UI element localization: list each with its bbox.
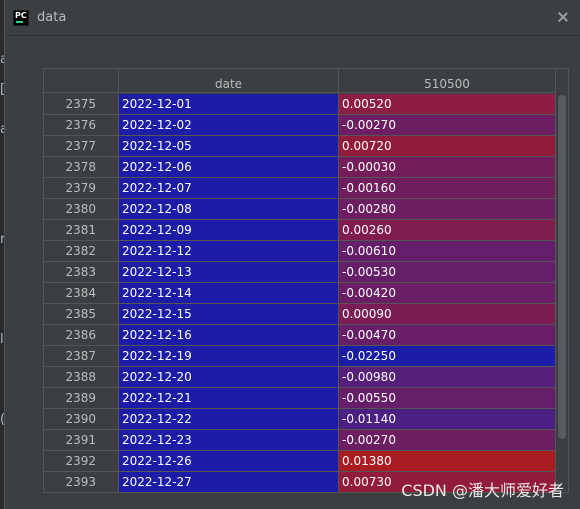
row-index-cell: 2383 xyxy=(44,262,119,283)
date-cell[interactable]: 2022-12-05 xyxy=(119,136,339,157)
table-row[interactable]: 2381 2022-12-09 0.00260 xyxy=(44,220,556,241)
row-index-cell: 2386 xyxy=(44,325,119,346)
date-cell[interactable]: 2022-12-02 xyxy=(119,115,339,136)
value-cell[interactable]: -0.00270 xyxy=(339,115,556,136)
table-row[interactable]: 2385 2022-12-15 0.00090 xyxy=(44,304,556,325)
data-viewer-window: PC data date 510500 2375 2022-12-01 0.0052… xyxy=(4,0,580,509)
table-row[interactable]: 2376 2022-12-02 -0.00270 xyxy=(44,115,556,136)
date-column-header[interactable]: date xyxy=(119,69,339,93)
value-cell[interactable]: -0.00280 xyxy=(339,199,556,220)
row-index-cell: 2392 xyxy=(44,451,119,472)
date-cell[interactable]: 2022-12-06 xyxy=(119,157,339,178)
value-column-header[interactable]: 510500 xyxy=(339,69,556,93)
date-cell[interactable]: 2022-12-20 xyxy=(119,367,339,388)
table-row[interactable]: 2378 2022-12-06 -0.00030 xyxy=(44,157,556,178)
value-cell[interactable]: 0.00720 xyxy=(339,136,556,157)
row-index-cell: 2388 xyxy=(44,367,119,388)
table-row[interactable]: 2375 2022-12-01 0.00520 xyxy=(44,94,556,115)
table-row[interactable]: 2389 2022-12-21 -0.00550 xyxy=(44,388,556,409)
row-index-cell: 2384 xyxy=(44,283,119,304)
pycharm-icon: PC xyxy=(13,9,29,26)
date-cell[interactable]: 2022-12-08 xyxy=(119,199,339,220)
date-cell[interactable]: 2022-12-07 xyxy=(119,178,339,199)
value-cell[interactable]: -0.02250 xyxy=(339,346,556,367)
table-row[interactable]: 2388 2022-12-20 -0.00980 xyxy=(44,367,556,388)
table-row[interactable]: 2384 2022-12-14 -0.00420 xyxy=(44,283,556,304)
date-cell[interactable]: 2022-12-16 xyxy=(119,325,339,346)
date-cell[interactable]: 2022-12-27 xyxy=(119,472,339,492)
value-cell[interactable]: -0.00270 xyxy=(339,430,556,451)
table-body: 2375 2022-12-01 0.00520 2376 2022-12-02 -0.00… xyxy=(44,94,556,492)
date-cell[interactable]: 2022-12-14 xyxy=(119,283,339,304)
row-index-cell: 2382 xyxy=(44,241,119,262)
table-row[interactable]: 2379 2022-12-07 -0.00160 xyxy=(44,178,556,199)
date-cell[interactable]: 2022-12-13 xyxy=(119,262,339,283)
vertical-scrollbar[interactable] xyxy=(558,95,566,439)
row-index-cell: 2385 xyxy=(44,304,119,325)
date-cell[interactable]: 2022-12-22 xyxy=(119,409,339,430)
date-cell[interactable]: 2022-12-26 xyxy=(119,451,339,472)
value-cell[interactable]: -0.00030 xyxy=(339,157,556,178)
table-row[interactable]: 2391 2022-12-23 -0.00270 xyxy=(44,430,556,451)
close-icon[interactable] xyxy=(558,12,568,22)
row-index-cell: 2381 xyxy=(44,220,119,241)
date-cell[interactable]: 2022-12-21 xyxy=(119,388,339,409)
row-index-cell: 2378 xyxy=(44,157,119,178)
value-cell[interactable]: 0.00260 xyxy=(339,220,556,241)
value-cell[interactable]: -0.00610 xyxy=(339,241,556,262)
value-cell[interactable]: -0.00530 xyxy=(339,262,556,283)
value-cell[interactable]: -0.00550 xyxy=(339,388,556,409)
value-cell[interactable]: -0.00160 xyxy=(339,178,556,199)
title-bar: PC data xyxy=(5,0,580,36)
row-index-cell: 2375 xyxy=(44,94,119,115)
value-cell[interactable]: 0.01380 xyxy=(339,451,556,472)
table-row[interactable]: 2392 2022-12-26 0.01380 xyxy=(44,451,556,472)
value-cell[interactable]: 0.00520 xyxy=(339,94,556,115)
row-index-cell: 2391 xyxy=(44,430,119,451)
table-row[interactable]: 2386 2022-12-16 -0.00470 xyxy=(44,325,556,346)
index-column-header[interactable] xyxy=(44,69,119,93)
row-index-cell: 2393 xyxy=(44,472,119,492)
table-row[interactable]: 2383 2022-12-13 -0.00530 xyxy=(44,262,556,283)
value-cell[interactable]: 0.00090 xyxy=(339,304,556,325)
dataframe-table[interactable]: date 510500 2375 2022-12-01 0.00520 2376 202… xyxy=(43,68,569,493)
row-index-cell: 2376 xyxy=(44,115,119,136)
window-title: data xyxy=(37,10,67,25)
date-cell[interactable]: 2022-12-19 xyxy=(119,346,339,367)
date-cell[interactable]: 2022-12-01 xyxy=(119,94,339,115)
table-row[interactable]: 2380 2022-12-08 -0.00280 xyxy=(44,199,556,220)
app-icon-text: PC xyxy=(15,10,27,20)
row-index-cell: 2389 xyxy=(44,388,119,409)
value-cell[interactable]: -0.00980 xyxy=(339,367,556,388)
row-index-cell: 2380 xyxy=(44,199,119,220)
value-cell[interactable]: -0.00470 xyxy=(339,325,556,346)
row-index-cell: 2390 xyxy=(44,409,119,430)
date-cell[interactable]: 2022-12-12 xyxy=(119,241,339,262)
row-index-cell: 2379 xyxy=(44,178,119,199)
table-row[interactable]: 2382 2022-12-12 -0.00610 xyxy=(44,241,556,262)
date-cell[interactable]: 2022-12-23 xyxy=(119,430,339,451)
row-index-cell: 2387 xyxy=(44,346,119,367)
watermark: CSDN @潘大师爱好者 xyxy=(401,481,564,500)
table-row[interactable]: 2390 2022-12-22 -0.01140 xyxy=(44,409,556,430)
date-cell[interactable]: 2022-12-15 xyxy=(119,304,339,325)
value-cell[interactable]: -0.01140 xyxy=(339,409,556,430)
table-row[interactable]: 2377 2022-12-05 0.00720 xyxy=(44,136,556,157)
value-cell[interactable]: -0.00420 xyxy=(339,283,556,304)
date-cell[interactable]: 2022-12-09 xyxy=(119,220,339,241)
table-row[interactable]: 2387 2022-12-19 -0.02250 xyxy=(44,346,556,367)
row-index-cell: 2377 xyxy=(44,136,119,157)
table-header: date 510500 xyxy=(44,69,556,93)
